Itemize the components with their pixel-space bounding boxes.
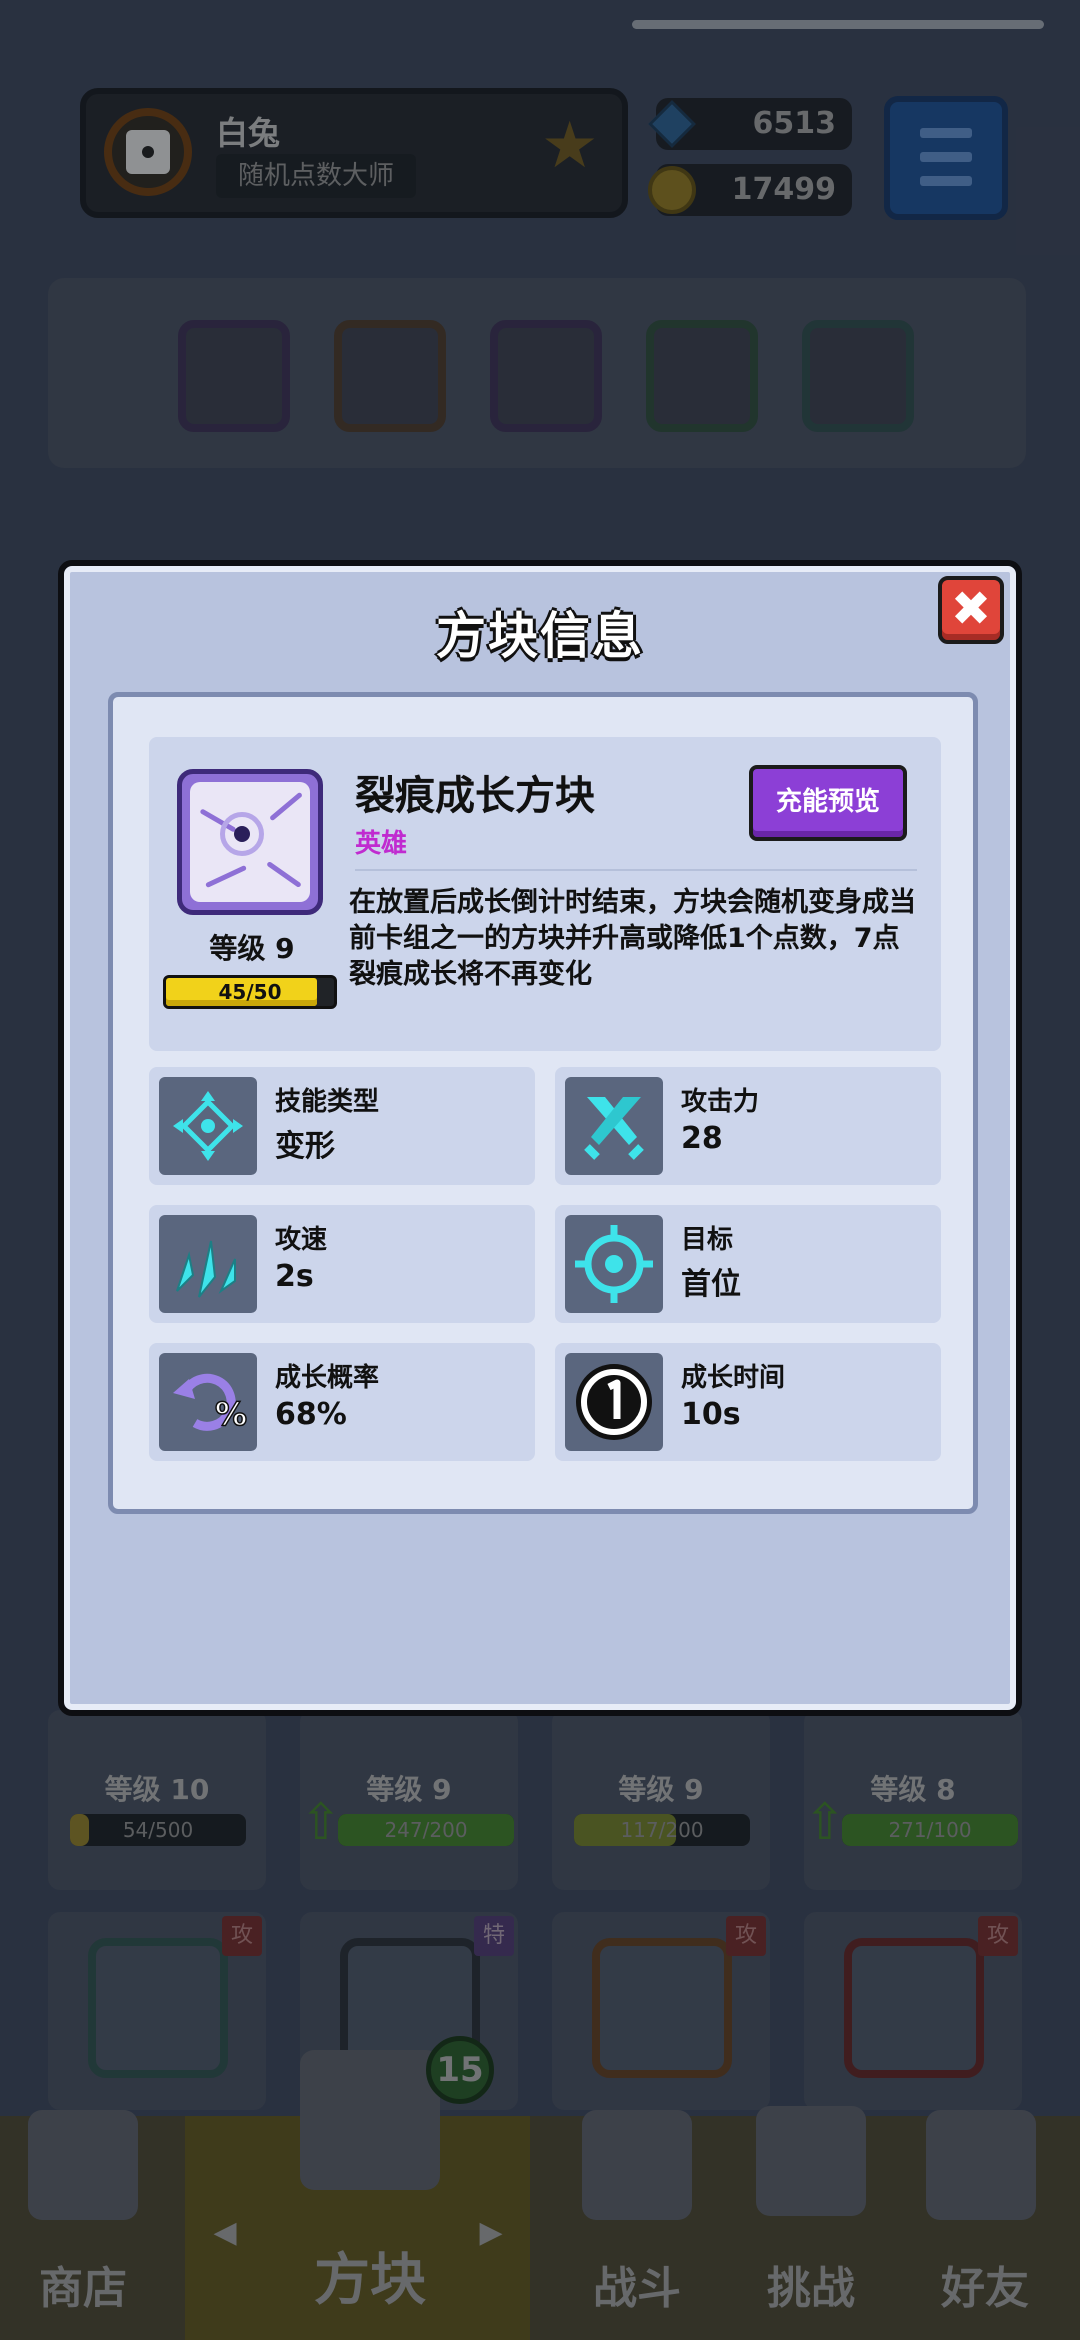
stat-value: 变形 (275, 1129, 335, 1164)
block-name: 裂痕成长方块 (355, 773, 595, 819)
stat-label: 攻速 (275, 1225, 328, 1255)
close-button[interactable]: ✖ (938, 576, 1004, 644)
stat-value: 首位 (681, 1267, 741, 1302)
stat-label: 攻击力 (681, 1087, 760, 1117)
stat-skill-type: 技能类型 变形 (149, 1067, 535, 1185)
charge-preview-button[interactable]: 充能预览 (749, 765, 907, 841)
dialog-title: 方块信息 (436, 607, 644, 665)
stat-attack: 攻击力 28 (555, 1067, 941, 1185)
block-info-dialog: 方块信息 ✖ 等级 9 45/50 裂痕成长方块 英雄 充能预览 在放置后成长倒… (58, 560, 1022, 1716)
divider (355, 869, 917, 871)
block-description: 在放置后成长倒计时结束，方块会随机变身成当前卡组之一的方块并升高或降低1个点数，… (349, 887, 916, 990)
block-info-card: 等级 9 45/50 裂痕成长方块 英雄 充能预览 在放置后成长倒计时结束，方块… (149, 737, 941, 1051)
stat-growth-chance: % 成长概率 68% (149, 1343, 535, 1461)
stat-attack-speed: 攻速 2s (149, 1205, 535, 1323)
xp-progress-bar: 45/50 (163, 975, 337, 1009)
block-level: 等级 9 (209, 932, 295, 965)
growth-chance-icon: % (159, 1353, 257, 1451)
xp-text: 45/50 (218, 980, 282, 1004)
stat-growth-time: 成长时间 10s (555, 1343, 941, 1461)
target-icon (565, 1215, 663, 1313)
stat-label: 技能类型 (275, 1087, 380, 1117)
stat-target: 目标 首位 (555, 1205, 941, 1323)
content-panel: 等级 9 45/50 裂痕成长方块 英雄 充能预览 在放置后成长倒计时结束，方块… (108, 692, 978, 1514)
stat-label: 成长概率 (275, 1363, 380, 1393)
crossed-swords-icon (565, 1077, 663, 1175)
transform-icon (159, 1077, 257, 1175)
clock-icon (565, 1353, 663, 1451)
stat-value: 10s (681, 1397, 741, 1432)
stat-value: 68% (275, 1397, 347, 1432)
block-rarity: 英雄 (355, 829, 408, 859)
stat-value: 2s (275, 1259, 314, 1294)
stat-label: 目标 (681, 1225, 734, 1255)
stat-label: 成长时间 (681, 1363, 786, 1393)
rift-growth-block-icon (177, 769, 323, 915)
attack-speed-icon (159, 1215, 257, 1313)
svg-text:%: % (215, 1395, 247, 1433)
stat-value: 28 (681, 1121, 723, 1156)
